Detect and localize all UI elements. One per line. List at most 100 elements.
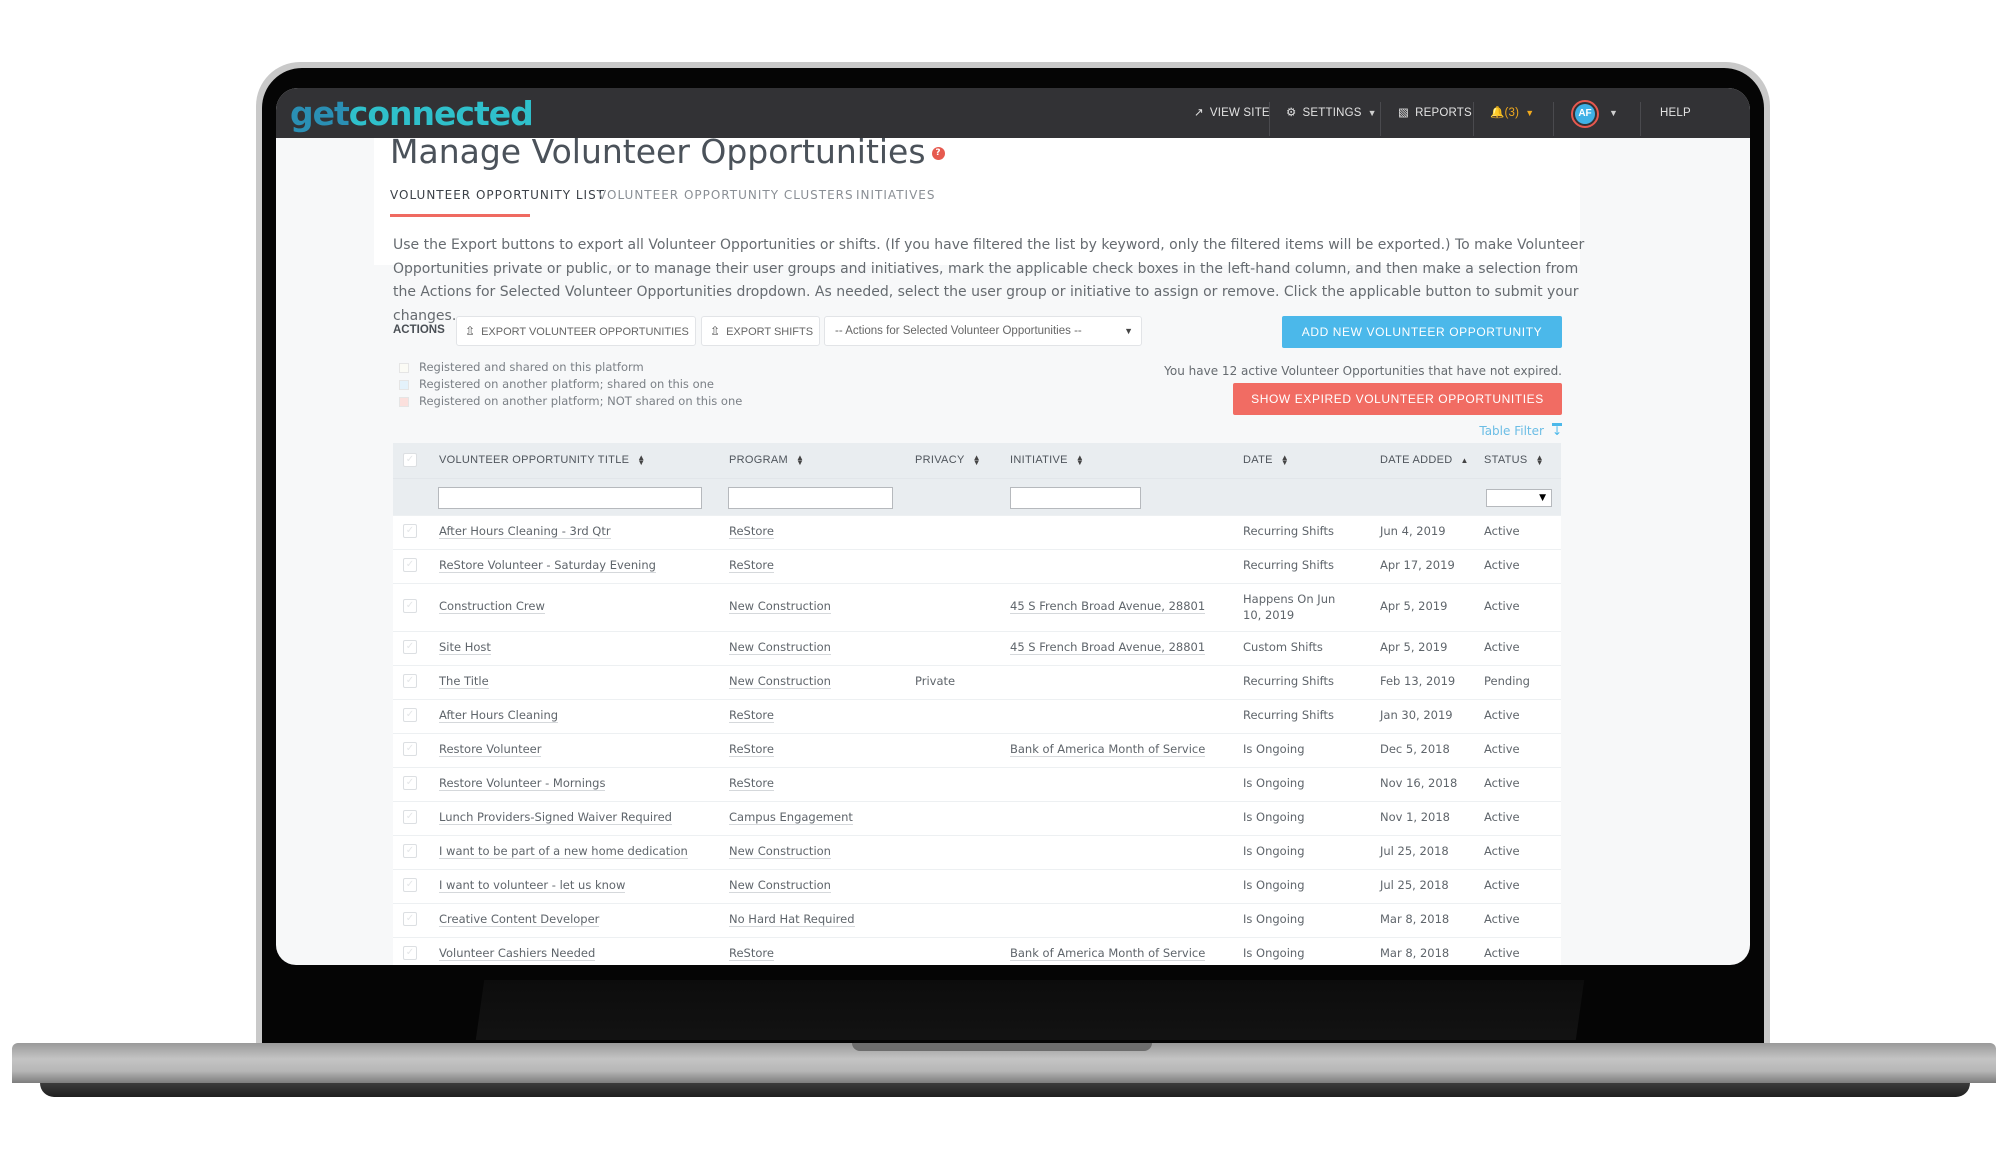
cell-title[interactable]: After Hours Cleaning - 3rd Qtr: [439, 524, 611, 539]
avatar-initials: AF: [1575, 104, 1595, 124]
column-label: STATUS: [1484, 454, 1528, 466]
export-opportunities-button[interactable]: ⇫ EXPORT VOLUNTEER OPPORTUNITIES: [456, 316, 696, 346]
nav-divider: [1553, 102, 1554, 136]
cell-program[interactable]: New Construction: [729, 640, 831, 655]
bulk-actions-select[interactable]: -- Actions for Selected Volunteer Opport…: [824, 316, 1142, 346]
add-new-opportunity-button[interactable]: ADD NEW VOLUNTEER OPPORTUNITY: [1282, 316, 1562, 348]
legend-swatch: [399, 362, 409, 373]
sort-icon: ▲ ▼: [1280, 453, 1289, 468]
row-checkbox[interactable]: ✓: [403, 674, 417, 688]
column-label: DATE ADDED: [1380, 454, 1453, 466]
column-header-title[interactable]: VOLUNTEER OPPORTUNITY TITLE ▲ ▼: [439, 443, 645, 478]
cell-title[interactable]: Construction Crew: [439, 599, 545, 614]
view-site-link[interactable]: ↗ VIEW SITE: [1194, 88, 1270, 138]
column-header-program[interactable]: PROGRAM ▲ ▼: [729, 443, 804, 478]
cell-status: Active: [1484, 599, 1520, 613]
settings-label: SETTINGS: [1302, 107, 1362, 119]
tab-opportunity-clusters[interactable]: VOLUNTEER OPPORTUNITY CLUSTERS: [598, 188, 854, 202]
cell-program[interactable]: ReStore: [729, 742, 774, 757]
row-checkbox[interactable]: ✓: [403, 708, 417, 722]
table-filter-toggle[interactable]: Table Filter ↓: [1479, 423, 1562, 438]
row-checkbox[interactable]: ✓: [403, 810, 417, 824]
program-filter-input[interactable]: [728, 487, 893, 509]
cell-initiative[interactable]: 45 S French Broad Avenue, 28801: [1010, 640, 1206, 655]
row-checkbox[interactable]: ✓: [403, 640, 417, 654]
row-checkbox[interactable]: ✓: [403, 558, 417, 572]
show-expired-button[interactable]: SHOW EXPIRED VOLUNTEER OPPORTUNITIES: [1233, 383, 1562, 415]
cell-program[interactable]: ReStore: [729, 524, 774, 539]
help-link[interactable]: HELP: [1660, 88, 1691, 138]
cell-initiative[interactable]: 45 S French Broad Avenue, 28801: [1010, 599, 1206, 614]
cell-title[interactable]: I want to volunteer - let us know: [439, 878, 626, 893]
row-checkbox[interactable]: ✓: [403, 946, 417, 960]
select-all-checkbox[interactable]: ✓: [403, 453, 417, 467]
cell-title[interactable]: Creative Content Developer: [439, 912, 600, 927]
column-header-status[interactable]: STATUS ▲ ▼: [1484, 443, 1544, 478]
cell-date-added: Apr 17, 2019: [1380, 558, 1455, 572]
column-header-privacy[interactable]: PRIVACY ▲ ▼: [915, 443, 981, 478]
cell-date-added: Mar 8, 2018: [1380, 912, 1450, 926]
tab-opportunity-list[interactable]: VOLUNTEER OPPORTUNITY LIST: [390, 188, 605, 202]
initiative-filter-input[interactable]: [1010, 487, 1141, 509]
title-filter-input[interactable]: [438, 487, 702, 509]
user-menu-caret[interactable]: ▼: [1603, 88, 1618, 138]
cell-program[interactable]: ReStore: [729, 708, 774, 723]
cell-program[interactable]: New Construction: [729, 844, 831, 859]
cell-program[interactable]: No Hard Hat Required: [729, 912, 855, 927]
user-avatar[interactable]: AF: [1571, 100, 1599, 128]
row-checkbox[interactable]: ✓: [403, 912, 417, 926]
cell-program[interactable]: ReStore: [729, 946, 774, 961]
logo[interactable]: getconnected: [290, 94, 534, 133]
row-checkbox[interactable]: ✓: [403, 844, 417, 858]
cell-program[interactable]: Campus Engagement: [729, 810, 853, 825]
cell-status: Active: [1484, 810, 1520, 824]
legend-swatch: [399, 379, 409, 390]
cell-title[interactable]: Restore Volunteer: [439, 742, 542, 757]
help-icon[interactable]: ?: [931, 147, 945, 160]
cell-title[interactable]: I want to be part of a new home dedicati…: [439, 844, 688, 859]
cell-title[interactable]: ReStore Volunteer - Saturday Evening: [439, 558, 656, 573]
logo-get: get: [290, 94, 350, 133]
table-row: ✓ Site Host New Construction 45 S French Br…: [393, 631, 1561, 665]
cell-program[interactable]: New Construction: [729, 878, 831, 893]
export-shifts-button[interactable]: ⇫ EXPORT SHIFTS: [701, 316, 820, 346]
reports-label: REPORTS: [1415, 107, 1472, 119]
cell-program[interactable]: New Construction: [729, 599, 831, 614]
cell-program[interactable]: ReStore: [729, 558, 774, 573]
cell-program[interactable]: ReStore: [729, 776, 774, 791]
cell-program[interactable]: New Construction: [729, 674, 831, 689]
table-row: ✓ Volunteer Cashiers Needed ReStore Bank of…: [393, 937, 1561, 965]
cell-initiative[interactable]: Bank of America Month of Service: [1010, 946, 1206, 961]
cell-date-added: Apr 5, 2019: [1380, 640, 1448, 654]
reports-link[interactable]: ▧ REPORTS: [1398, 88, 1472, 138]
column-label: DATE: [1243, 454, 1273, 466]
row-checkbox[interactable]: ✓: [403, 776, 417, 790]
notifications-menu[interactable]: 🔔(3) ▼: [1490, 88, 1534, 138]
column-header-date[interactable]: DATE ▲ ▼: [1243, 443, 1289, 478]
screen: getconnected ↗ VIEW SITE ⚙ SETTINGS ▼ ▧ REPO…: [276, 88, 1750, 965]
cell-title[interactable]: Restore Volunteer - Mornings: [439, 776, 606, 791]
row-checkbox[interactable]: ✓: [403, 524, 417, 538]
column-header-date-added[interactable]: DATE ADDED ▲: [1380, 443, 1469, 478]
row-checkbox[interactable]: ✓: [403, 742, 417, 756]
row-checkbox[interactable]: ✓: [403, 599, 417, 613]
keyboard-reflection: [475, 980, 1585, 1040]
cell-initiative[interactable]: Bank of America Month of Service: [1010, 742, 1206, 757]
cell-title[interactable]: After Hours Cleaning: [439, 708, 559, 723]
cell-title[interactable]: Site Host: [439, 640, 491, 655]
bar-chart-icon: ▧: [1398, 107, 1410, 119]
column-header-initiative[interactable]: INITIATIVE ▲ ▼: [1010, 443, 1084, 478]
row-checkbox[interactable]: ✓: [403, 878, 417, 892]
status-filter-select[interactable]: ▼: [1486, 489, 1552, 507]
cell-title[interactable]: Volunteer Cashiers Needed: [439, 946, 596, 961]
cell-title[interactable]: The Title: [439, 674, 489, 689]
cell-date-added: Feb 13, 2019: [1380, 674, 1456, 688]
cell-title[interactable]: Lunch Providers-Signed Waiver Required: [439, 810, 672, 825]
nav-divider: [1269, 102, 1270, 136]
tab-initiatives[interactable]: INITIATIVES: [856, 188, 935, 202]
export-shifts-label: EXPORT SHIFTS: [726, 326, 814, 338]
settings-menu[interactable]: ⚙ SETTINGS ▼: [1286, 88, 1377, 138]
cell-date: Is Ongoing: [1243, 946, 1305, 960]
active-count-text: You have 12 active Volunteer Opportuniti…: [1164, 364, 1562, 378]
laptop-base-shadow: [40, 1083, 1970, 1097]
